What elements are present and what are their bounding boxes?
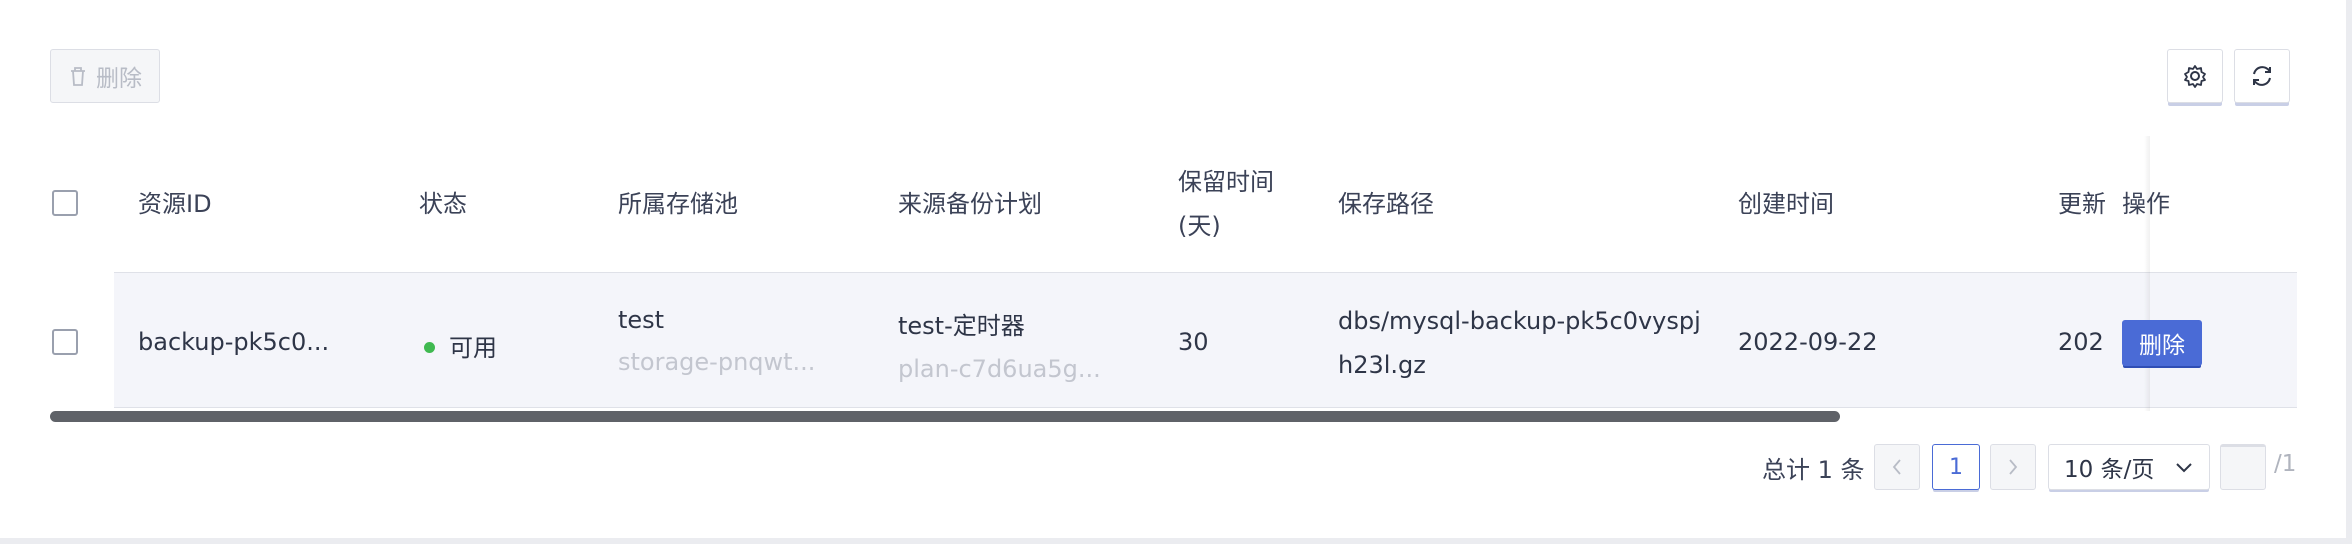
backup-list-panel: 删除 资源ID 状态 所属存储池 来源备份计划 保留时间 (天) 保存路径 创建… [0,0,2346,538]
op-column-header-bg [2150,136,2297,272]
row-checkbox[interactable] [52,329,78,355]
bulk-delete-label: 删除 [96,66,142,92]
row-path: dbs/mysql-backup-pk5c0vyspj h23l.gz [1338,307,1701,379]
row-status-label: 可用 [449,334,497,362]
row-plan-name[interactable]: test-定时器 [898,306,1101,341]
backup-table: 资源ID 状态 所属存储池 来源备份计划 保留时间 (天) 保存路径 创建时间 … [50,136,2297,411]
page-number-button[interactable]: 1 [1932,444,1980,490]
refresh-icon [2253,66,2271,86]
horizontal-scrollbar[interactable] [50,411,1840,422]
settings-button[interactable] [2167,49,2223,103]
next-page-button[interactable] [1990,444,2036,490]
prev-page-button[interactable] [1874,444,1920,490]
page-size-value: 10 条/页 [2064,457,2155,483]
column-header-path[interactable]: 保存路径 [1338,136,1434,272]
row-created: 2022-09-22 [1738,328,1878,356]
row-plan-id: plan-c7d6ua5g... [898,355,1101,383]
refresh-button[interactable] [2234,49,2290,103]
column-header-updated[interactable]: 更新 [2058,136,2106,272]
total-pages: /1 [2274,451,2297,477]
column-header-retention[interactable]: 保留时间 (天) [1178,136,1274,272]
column-header-plan[interactable]: 来源备份计划 [898,136,1042,272]
chevron-down-icon [2176,463,2192,473]
page-size-select[interactable]: 10 条/页 [2048,444,2210,490]
row-plan: test-定时器 plan-c7d6ua5g... [898,306,1101,383]
row-pool-id: storage-pnqwt... [618,348,816,376]
bulk-delete-button[interactable]: 删除 [50,49,160,103]
row-delete-button[interactable]: 删除 [2122,320,2202,366]
gear-icon [2184,65,2206,88]
select-all-checkbox[interactable] [52,190,78,216]
pagination-total: 总计 1 条 [1762,456,1865,484]
column-header-pool[interactable]: 所属存储池 [618,136,738,272]
row-updated: 202 [2058,328,2104,356]
column-header-created[interactable]: 创建时间 [1738,136,1834,272]
chevron-right-icon [2009,459,2018,475]
status-ok-dot [424,341,435,353]
row-resource-id[interactable]: backup-pk5c0... [138,328,329,356]
trash-icon [71,67,85,86]
row-retention: 30 [1178,328,1209,356]
row-status: 可用 [424,328,497,363]
row-pool-name[interactable]: test [618,306,815,334]
column-header-ops: 操作 [2122,190,2170,218]
page-jump-input[interactable] [2220,444,2266,490]
chevron-left-icon [1892,459,1901,475]
column-header-id[interactable]: 资源ID [138,136,212,272]
row-pool: test storage-pnqwt... [618,306,815,376]
column-header-status[interactable]: 状态 [419,136,467,272]
